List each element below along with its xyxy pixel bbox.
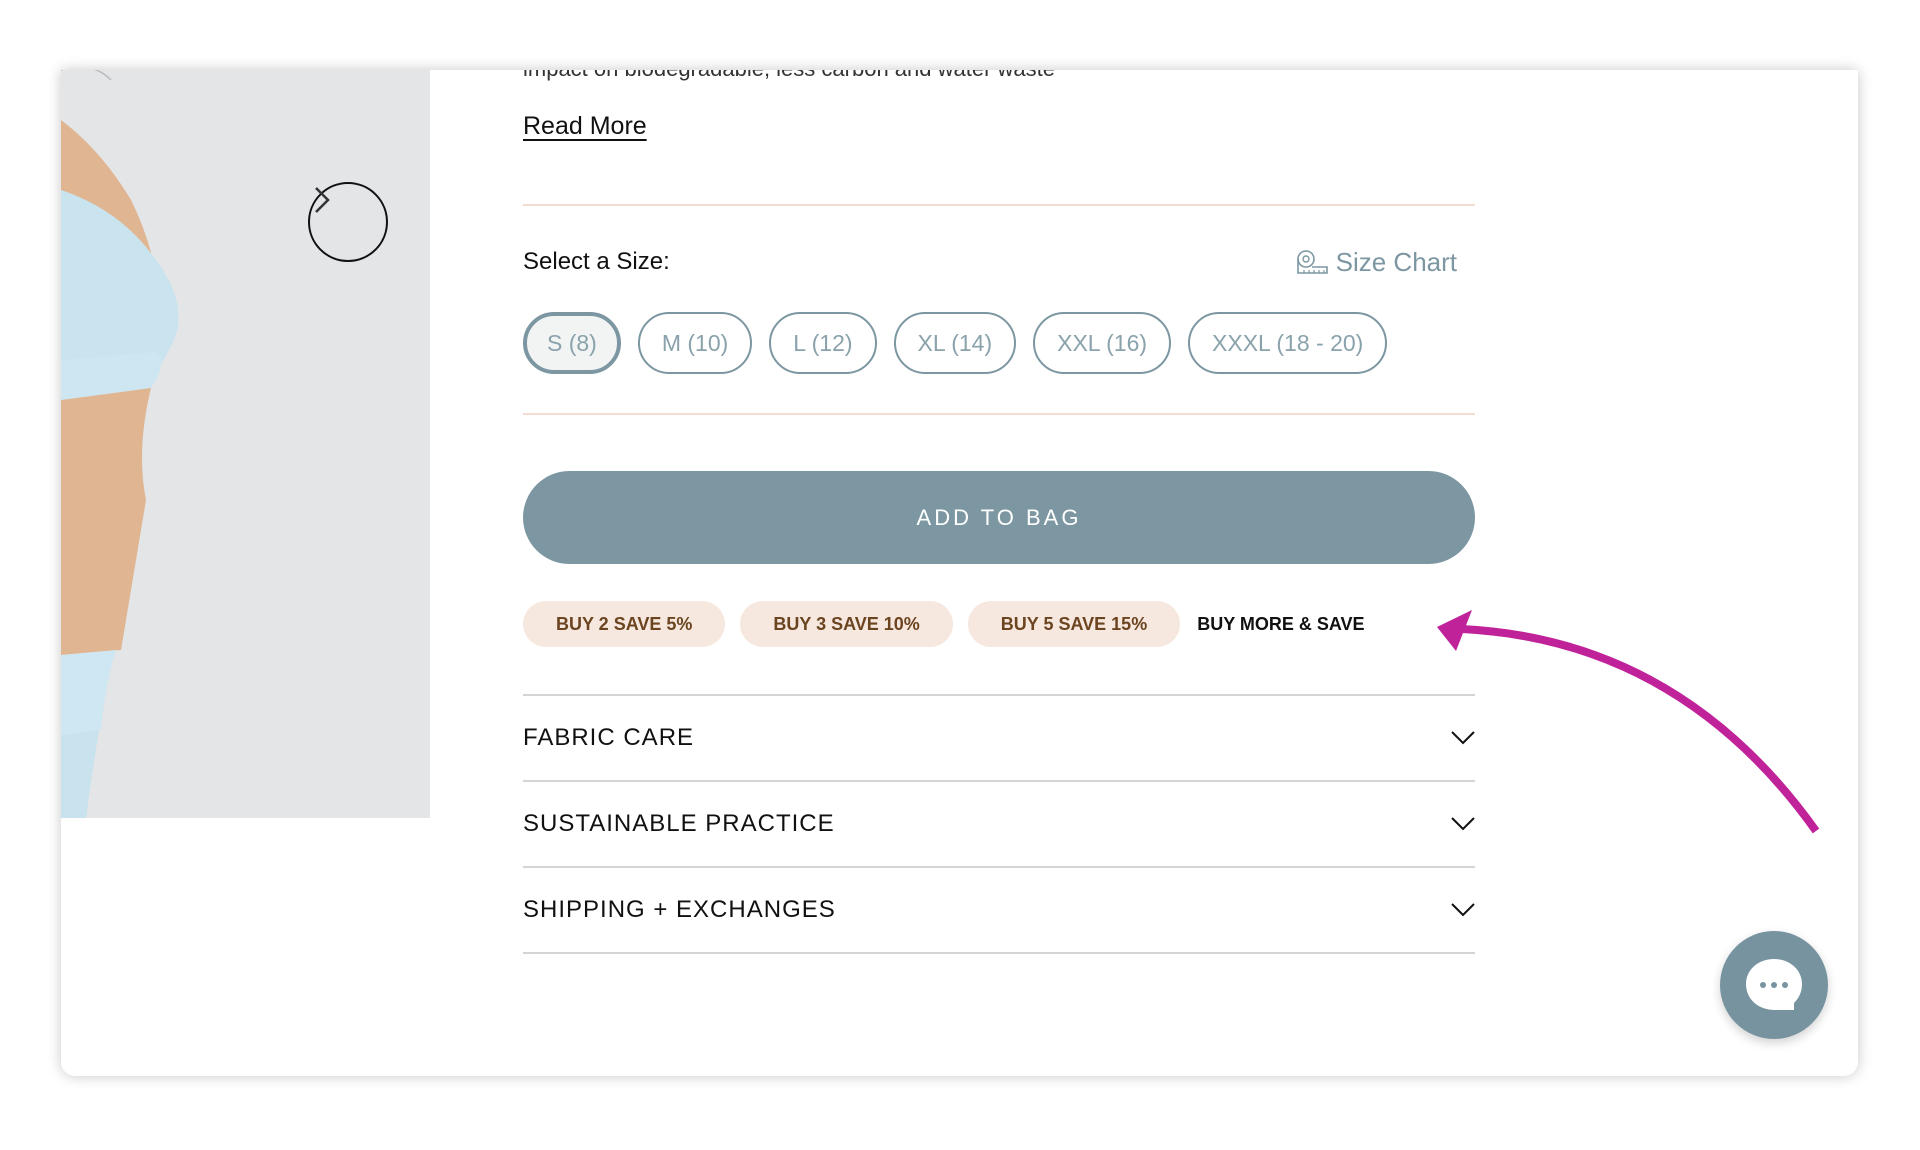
accordion-fabric-care[interactable]: FABRIC CARE bbox=[523, 694, 1475, 780]
accordion-sustainable-practice[interactable]: SUSTAINABLE PRACTICE bbox=[523, 780, 1475, 866]
description-text: impact on biodegradable, less carbon and… bbox=[523, 70, 1055, 82]
chevron-down-icon bbox=[1451, 731, 1475, 745]
read-more-link[interactable]: Read More bbox=[523, 112, 647, 141]
chat-bubble-icon bbox=[1746, 959, 1802, 1010]
size-option-xl[interactable]: XL (14) bbox=[893, 312, 1017, 374]
size-option-xxxl[interactable]: XXXL (18 - 20) bbox=[1188, 312, 1388, 374]
product-image-gallery bbox=[61, 70, 430, 818]
product-card: impact on biodegradable, less carbon and… bbox=[61, 70, 1858, 1076]
measuring-tape-icon bbox=[1296, 249, 1328, 274]
size-option-l[interactable]: L (12) bbox=[769, 312, 877, 374]
bulk-discount-row: BUY 2 SAVE 5% BUY 3 SAVE 10% BUY 5 SAVE … bbox=[523, 601, 1365, 647]
accordion-label: SUSTAINABLE PRACTICE bbox=[523, 810, 835, 837]
add-to-bag-button[interactable]: ADD TO BAG bbox=[523, 471, 1475, 564]
promo-badge-buy-3: BUY 3 SAVE 10% bbox=[740, 601, 953, 647]
product-photo bbox=[61, 70, 430, 818]
accordion-label: SHIPPING + EXCHANGES bbox=[523, 896, 836, 923]
next-image-button[interactable] bbox=[308, 182, 388, 262]
product-info-accordion: FABRIC CARE SUSTAINABLE PRACTICE SHIPPIN… bbox=[523, 694, 1475, 954]
promo-badge-buy-2: BUY 2 SAVE 5% bbox=[523, 601, 726, 647]
buy-more-save-label: BUY MORE & SAVE bbox=[1197, 613, 1365, 634]
divider bbox=[523, 204, 1475, 206]
chevron-down-icon bbox=[1451, 903, 1475, 917]
chat-button[interactable] bbox=[1720, 931, 1828, 1039]
size-option-xxl[interactable]: XXL (16) bbox=[1033, 312, 1172, 374]
size-option-s[interactable]: S (8) bbox=[523, 312, 621, 374]
size-options: S (8) M (10) L (12) XL (14) XXL (16) XXX… bbox=[523, 312, 1388, 374]
accordion-shipping-exchanges[interactable]: SHIPPING + EXCHANGES bbox=[523, 866, 1475, 954]
chevron-down-icon bbox=[1451, 817, 1475, 831]
chevron-right-icon bbox=[315, 187, 330, 213]
divider bbox=[523, 413, 1475, 415]
accordion-label: FABRIC CARE bbox=[523, 724, 695, 751]
size-option-m[interactable]: M (10) bbox=[637, 312, 753, 374]
size-chart-label: Size Chart bbox=[1335, 247, 1457, 277]
promo-badge-buy-5: BUY 5 SAVE 15% bbox=[967, 601, 1181, 647]
select-size-label: Select a Size: bbox=[523, 248, 670, 275]
size-chart-link[interactable]: Size Chart bbox=[1296, 247, 1457, 278]
